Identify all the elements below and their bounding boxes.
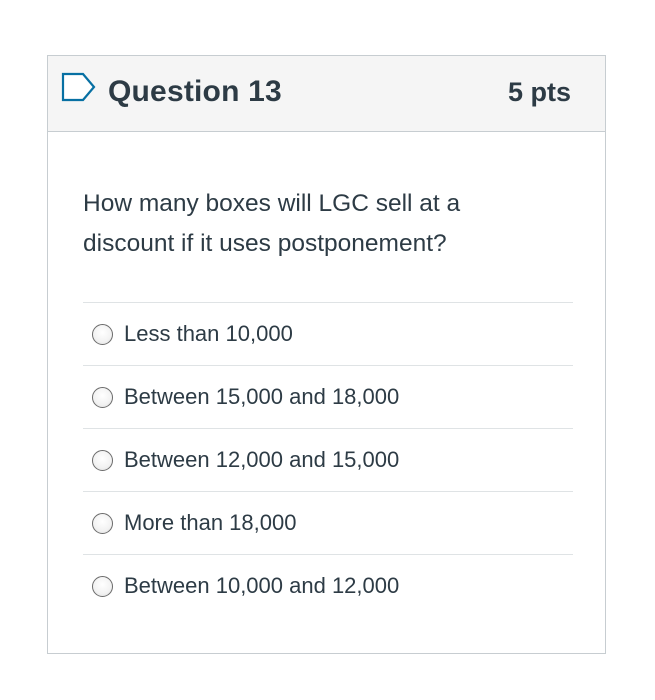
answer-label[interactable]: Between 15,000 and 18,000 — [124, 384, 399, 410]
answer-option[interactable]: Between 12,000 and 15,000 — [83, 428, 573, 491]
answer-list: Less than 10,000 Between 15,000 and 18,0… — [83, 302, 573, 617]
answer-label[interactable]: Between 10,000 and 12,000 — [124, 573, 399, 599]
answer-label[interactable]: Between 12,000 and 15,000 — [124, 447, 399, 473]
question-card: Question 13 5 pts How many boxes will LG… — [47, 55, 606, 654]
answer-option[interactable]: Less than 10,000 — [83, 302, 573, 365]
answer-label[interactable]: More than 18,000 — [124, 510, 296, 536]
question-text: How many boxes will LGC sell at a discou… — [83, 190, 461, 257]
answer-label[interactable]: Less than 10,000 — [124, 321, 293, 347]
answer-option[interactable]: More than 18,000 — [83, 491, 573, 554]
question-header: Question 13 5 pts — [48, 56, 605, 132]
radio-button[interactable] — [92, 512, 113, 534]
radio-button[interactable] — [92, 449, 113, 471]
question-title: Question 13 — [108, 75, 282, 108]
answer-option[interactable]: Between 15,000 and 18,000 — [83, 365, 573, 428]
radio-button[interactable] — [92, 386, 113, 408]
radio-button[interactable] — [92, 323, 113, 345]
answer-option[interactable]: Between 10,000 and 12,000 — [83, 554, 573, 617]
question-points: 5 pts — [507, 77, 571, 107]
bookmark-flag-icon[interactable] — [61, 72, 97, 102]
radio-button[interactable] — [92, 575, 113, 597]
